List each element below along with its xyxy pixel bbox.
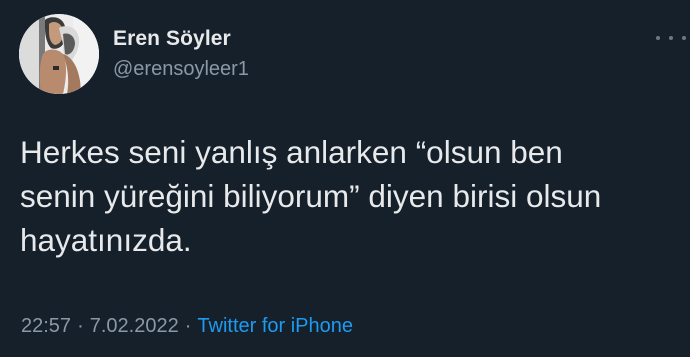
tweet-source-link[interactable]: Twitter for iPhone bbox=[197, 315, 353, 338]
more-horizontal-icon bbox=[669, 36, 673, 40]
more-horizontal-icon bbox=[682, 36, 686, 40]
tweet-text: Herkes seni yanlış anlarken “olsun ben s… bbox=[20, 134, 602, 258]
tweet-time[interactable]: 22:57 bbox=[21, 315, 71, 338]
tweet-card: Eren Söyler @erensoyleer1 Herkes seni ya… bbox=[0, 0, 690, 357]
avatar[interactable] bbox=[19, 14, 99, 94]
display-name[interactable]: Eren Söyler bbox=[113, 27, 231, 51]
more-options-button[interactable] bbox=[656, 31, 686, 45]
profile-photo-icon bbox=[19, 14, 99, 94]
separator: · bbox=[77, 315, 84, 337]
more-horizontal-icon bbox=[656, 36, 660, 40]
separator: · bbox=[184, 315, 192, 337]
username-handle[interactable]: @erensoyleer1 bbox=[113, 58, 249, 81]
tweet-metadata: 22:57 · 7.02.2022 · Twitter for iPhone bbox=[21, 315, 353, 338]
tweet-date[interactable]: 7.02.2022 bbox=[90, 315, 179, 338]
